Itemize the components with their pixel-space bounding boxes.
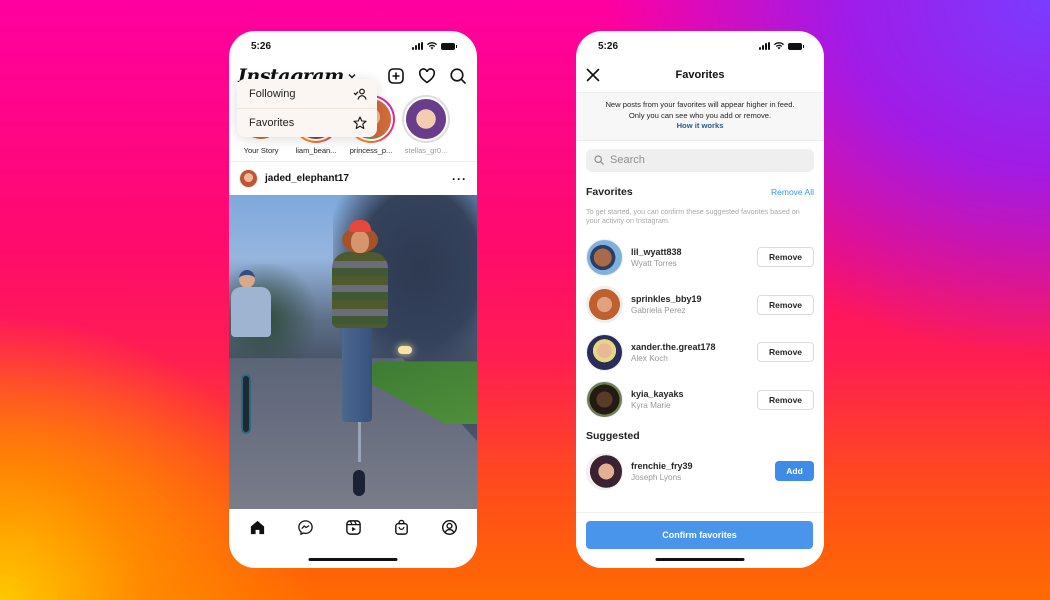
list-item: lil_wyatt838 Wyatt Torres Remove [576,234,824,282]
status-time: 5:26 [251,40,272,52]
avatar[interactable] [586,381,623,419]
dropdown-item-favorites[interactable]: Favorites [237,108,377,137]
search-field[interactable] [586,148,814,172]
stories-tray: Your Story liam_bean... princess_p... st… [229,79,477,161]
remove-all-button[interactable]: Remove All [771,187,814,197]
favorites-section-header: Favorites Remove All [576,186,824,198]
home-indicator [655,558,745,561]
profile-icon[interactable] [441,519,458,536]
add-button[interactable]: Add [775,461,814,482]
how-it-works-link[interactable]: How it works [584,121,816,132]
user-handle[interactable]: frenchie_fry39 [631,461,775,471]
search-icon[interactable] [449,67,467,85]
story-item[interactable]: stellas_gr0... [400,95,452,161]
user-name: Kyra Marie [631,401,671,411]
status-icons [412,42,457,50]
page-title: Favorites [675,69,725,81]
wifi-icon [427,42,437,50]
new-post-icon[interactable] [387,67,405,85]
post-photo[interactable] [229,195,477,509]
user-handle[interactable]: lil_wyatt838 [631,247,757,257]
remove-button[interactable]: Remove [757,389,814,410]
search-icon [594,155,604,165]
home-icon[interactable] [249,519,266,536]
post-avatar [239,169,258,188]
more-icon[interactable]: ··· [452,172,467,186]
confirm-favorites-button[interactable]: Confirm favorites [586,521,813,549]
user-text: lil_wyatt838 Wyatt Torres [631,247,757,268]
user-text: sprinkles_bby19 Gabriela Perez [631,294,757,315]
favorites-phone: 5:26 Favorites New posts from your favor… [576,31,824,568]
reels-icon[interactable] [345,519,362,536]
list-item: kyia_kayaks Kyra Marie Remove [576,376,824,424]
photo-cyclist [231,270,277,434]
story-ring [402,95,450,143]
remove-button[interactable]: Remove [757,247,814,268]
status-bar: 5:26 [229,31,477,61]
feed-phone: 5:26 Instagram Your Story liam_bean... p… [229,31,477,568]
close-icon[interactable] [586,68,600,82]
dropdown-item-label: Following [249,87,296,100]
battery-icon [788,42,804,50]
heart-icon[interactable] [418,67,436,85]
avatar[interactable] [586,452,623,490]
user-name: Alex Koch [631,353,668,363]
bottom-tab-bar [229,509,477,545]
search-input[interactable] [610,154,790,166]
user-name: Gabriela Perez [631,306,686,316]
photo-scooter-rider [328,220,390,497]
star-icon [353,116,367,130]
status-icons [759,42,804,50]
avatar[interactable] [586,238,623,276]
suggested-list: frenchie_fry39 Joseph Lyons Add [576,448,824,496]
user-handle[interactable]: sprinkles_bby19 [631,294,757,304]
post-author[interactable]: jaded_elephant17 [239,169,349,188]
dropdown-item-following[interactable]: Following [237,79,377,108]
photo-lights [397,345,412,354]
remove-button[interactable]: Remove [757,342,814,363]
story-label: Your Story [243,146,279,155]
header-actions [387,67,467,85]
avatar[interactable] [586,286,623,324]
suggested-section-title: Suggested [586,429,640,442]
story-label: stellas_gr0... [404,146,448,155]
favorites-section-description: To get started, you can confirm these su… [586,206,800,226]
user-handle[interactable]: kyia_kayaks [631,389,757,399]
feed-dropdown-menu: Following Favorites [237,79,377,137]
user-text: xander.the.great178 Alex Koch [631,342,757,363]
home-indicator [308,558,398,561]
favorites-section-title: Favorites [586,185,633,198]
signal-icon [412,42,423,50]
status-time: 5:26 [598,40,619,52]
shop-icon[interactable] [393,519,410,536]
user-name: Joseph Lyons [631,472,682,482]
wifi-icon [774,42,784,50]
signal-icon [759,42,770,50]
list-item: xander.the.great178 Alex Koch Remove [576,329,824,377]
avatar[interactable] [586,333,623,371]
dropdown-item-label: Favorites [249,117,295,129]
list-item: frenchie_fry39 Joseph Lyons Add [576,448,824,496]
user-name: Wyatt Torres [631,258,677,268]
favorites-list: lil_wyatt838 Wyatt Torres Remove sprinkl… [576,234,824,424]
battery-icon [441,42,457,50]
story-label: liam_bean... [295,146,337,155]
user-text: frenchie_fry39 Joseph Lyons [631,461,775,482]
favorites-notice: New posts from your favorites will appea… [576,92,824,141]
messenger-icon[interactable] [297,519,314,536]
notice-line-2: Only you can see who you add or remove. [628,110,772,120]
notice-line-1: New posts from your favorites will appea… [605,100,795,109]
post-username: jaded_elephant17 [265,173,349,184]
following-icon [353,88,367,100]
story-avatar [404,97,448,141]
user-text: kyia_kayaks Kyra Marie [631,389,757,410]
user-handle[interactable]: xander.the.great178 [631,342,757,352]
story-label: princess_p... [349,146,393,155]
remove-button[interactable]: Remove [757,294,814,315]
post-header: jaded_elephant17 ··· [229,161,477,195]
suggested-section-header: Suggested [576,430,824,442]
status-bar: 5:26 [576,31,824,61]
favorites-header: Favorites [576,61,824,89]
list-item: sprinkles_bby19 Gabriela Perez Remove [576,281,824,329]
